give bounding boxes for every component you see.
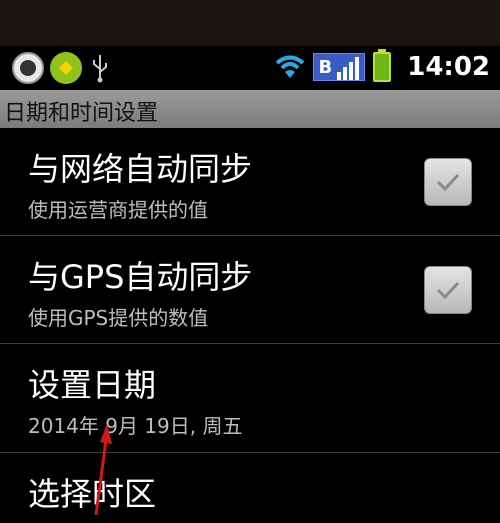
checkmark-icon: [436, 281, 460, 300]
screen-title: 日期和时间设置: [4, 101, 159, 126]
usb-icon: [93, 55, 107, 83]
setting-title: 选择时区: [28, 475, 157, 513]
status-clock: 14:02: [407, 52, 490, 82]
status-bar-left: [12, 52, 112, 84]
status-bar: B 14:02: [0, 46, 500, 90]
auto-network-sync-checkbox[interactable]: [424, 158, 472, 206]
signal-icon: B: [312, 53, 366, 81]
settings-list: 与网络自动同步 使用运营商提供的值 与GPS自动同步 使用GPS提供的数值 设置…: [0, 128, 500, 523]
setting-title: 与GPS自动同步: [28, 258, 253, 296]
top-strip: [0, 0, 500, 46]
notification-round-icon: [12, 52, 44, 84]
wifi-icon: [275, 55, 304, 78]
screen-title-bar: 日期和时间设置: [0, 90, 500, 128]
setting-title: 设置日期: [28, 366, 157, 404]
setting-summary: 2014年 9月 19日, 周五: [28, 414, 243, 438]
network-type-letter: B: [318, 56, 333, 78]
notification-green-icon: [50, 52, 82, 84]
battery-icon: [373, 49, 392, 82]
setting-auto-gps-sync[interactable]: 与GPS自动同步 使用GPS提供的数值: [0, 236, 500, 344]
setting-set-date[interactable]: 设置日期 2014年 9月 19日, 周五: [0, 344, 500, 453]
auto-gps-sync-checkbox[interactable]: [424, 266, 472, 314]
setting-title: 与网络自动同步: [28, 150, 253, 188]
setting-auto-network-sync[interactable]: 与网络自动同步 使用运营商提供的值: [0, 128, 500, 236]
setting-select-timezone[interactable]: 选择时区: [0, 453, 500, 523]
checkmark-icon: [436, 173, 460, 192]
setting-summary: 使用GPS提供的数值: [28, 306, 209, 330]
status-bar-right: B 14:02: [275, 49, 490, 82]
setting-summary: 使用运营商提供的值: [28, 198, 208, 222]
